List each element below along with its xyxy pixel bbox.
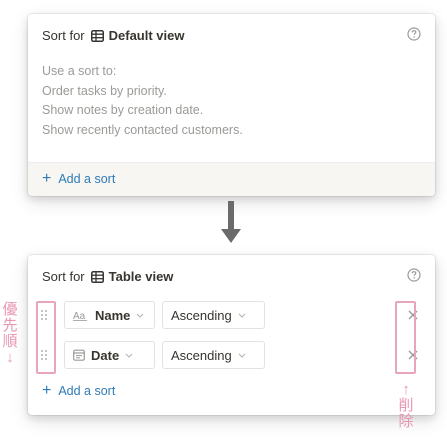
- view-name: Default view: [108, 28, 185, 43]
- add-sort-button[interactable]: + Add a sort: [42, 170, 116, 187]
- sort-panel-default-view: Sort for Default view Use a sort to: Ord…: [28, 14, 435, 196]
- panel-footer: + Add a sort: [28, 162, 435, 196]
- add-sort-button[interactable]: + Add a sort: [42, 382, 116, 399]
- add-sort-label: Add a sort: [58, 384, 116, 398]
- sort-hint: Use a sort to: Order tasks by priority. …: [42, 62, 243, 140]
- down-arrow-icon: [221, 201, 241, 250]
- sort-property-label: Name: [95, 307, 131, 323]
- sort-rule-row: Date Ascending: [40, 341, 265, 369]
- chevron-down-icon: [136, 313, 144, 318]
- table-view-icon: [90, 29, 104, 42]
- drag-handles-highlight: [36, 301, 56, 374]
- view-name: Table view: [108, 269, 174, 284]
- hint-line: Show notes by creation date.: [42, 103, 204, 117]
- annotation-char: 除: [398, 413, 414, 430]
- plus-icon: +: [42, 170, 52, 187]
- sort-for-label: Sort for: [42, 28, 85, 43]
- sort-property-label: Date: [91, 347, 120, 363]
- sort-rule-row: Aa Name Ascending: [40, 301, 265, 329]
- annotation-char: 順: [2, 333, 18, 350]
- annotation-char: 優: [2, 301, 18, 318]
- annotation-char: 削: [398, 397, 414, 414]
- sort-direction-select[interactable]: Ascending: [162, 341, 265, 369]
- sort-panel-table-view: Sort for Table view Aa Name Ascending Da…: [28, 255, 435, 415]
- table-view-icon: [90, 270, 104, 283]
- date-property-icon: [73, 349, 85, 361]
- annotation-char: 先: [2, 317, 18, 334]
- sort-property-select[interactable]: Date: [64, 341, 155, 369]
- panel-header: Sort for Table view: [42, 269, 173, 284]
- sort-for-label: Sort for: [42, 269, 85, 284]
- panel-header: Sort for Default view: [42, 28, 184, 43]
- sort-property-select[interactable]: Aa Name: [64, 301, 155, 329]
- annotation-char: ↓: [6, 349, 14, 366]
- sort-direction-select[interactable]: Ascending: [162, 301, 265, 329]
- delete-annotation: ↑ 削 除: [396, 382, 416, 430]
- text-property-icon: Aa: [73, 309, 89, 321]
- remove-buttons-highlight: [395, 301, 416, 374]
- chevron-down-icon: [125, 353, 133, 358]
- add-sort-label: Add a sort: [58, 172, 116, 186]
- hint-line: Order tasks by priority.: [42, 83, 167, 98]
- sort-direction-label: Ascending: [171, 307, 232, 323]
- annotation-char: ↑: [402, 381, 410, 398]
- plus-icon: +: [42, 382, 52, 399]
- hint-line: Use a sort to:: [42, 64, 117, 78]
- chevron-down-icon: [238, 353, 246, 358]
- svg-text:Aa: Aa: [73, 311, 86, 321]
- sort-direction-label: Ascending: [171, 347, 232, 363]
- chevron-down-icon: [238, 313, 246, 318]
- help-icon[interactable]: [407, 268, 421, 287]
- hint-line: Show recently contacted customers.: [42, 122, 243, 137]
- priority-order-annotation: 優 先 順 ↓: [0, 302, 20, 366]
- help-icon[interactable]: [407, 27, 421, 46]
